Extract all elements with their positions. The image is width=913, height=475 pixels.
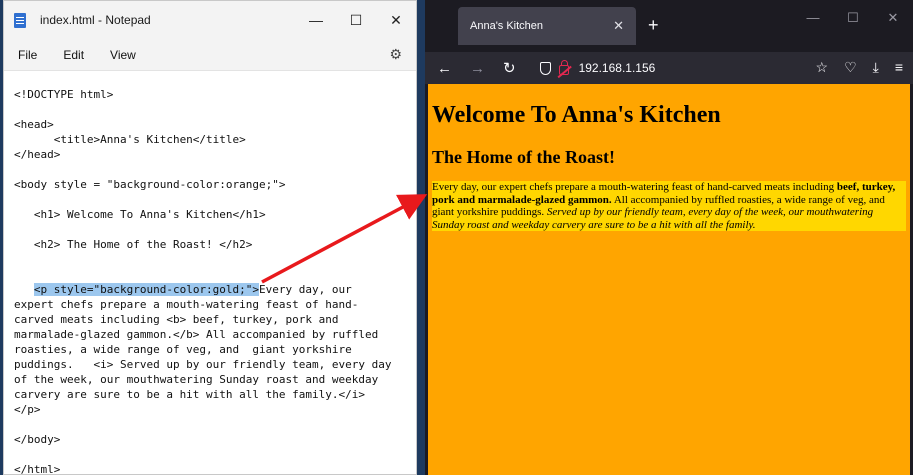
- code-line: <h2> The Home of the Roast! </h2>: [14, 238, 253, 251]
- code-line: <!DOCTYPE html>: [14, 88, 114, 101]
- paragraph-text: Every day, our expert chefs prepare a mo…: [432, 181, 837, 193]
- gear-icon[interactable]: ⚙: [389, 46, 402, 63]
- insecure-lock-icon[interactable]: [558, 59, 569, 75]
- code-line: <head>: [14, 118, 54, 131]
- code-line-p-open: <p style="background-color:gold;">Every …: [14, 282, 406, 297]
- menu-file[interactable]: File: [18, 48, 37, 62]
- code-line: marmalade-glazed gammon.</b> All accompa…: [14, 328, 379, 341]
- browser-minimize-button[interactable]: —: [793, 10, 833, 26]
- notepad-titlebar: index.html - Notepad — ☐ ✕: [4, 1, 416, 39]
- page-subheading: The Home of the Roast!: [432, 147, 615, 167]
- notepad-editor[interactable]: <!DOCTYPE html> <head> <title>Anna's Kit…: [4, 71, 416, 475]
- code-line: of the week, our mouthwatering Sunday ro…: [14, 373, 379, 386]
- notepad-menubar: File Edit View ⚙: [4, 39, 416, 71]
- shield-icon[interactable]: [539, 61, 551, 75]
- tab-title: Anna's Kitchen: [470, 20, 544, 32]
- code-line: </p>: [14, 403, 41, 416]
- code-line: roasties, a wide range of veg, and giant…: [14, 343, 352, 356]
- close-button[interactable]: ✕: [376, 1, 416, 39]
- tab-close-icon[interactable]: ✕: [613, 18, 624, 34]
- p-line-rest: Every day, our: [259, 283, 352, 296]
- notepad-title: index.html - Notepad: [40, 13, 151, 27]
- code-line: </html>: [14, 463, 61, 475]
- code-line: carved meats including <b> beef, turkey,…: [14, 313, 339, 326]
- code-line: <body style = "background-color:orange;"…: [14, 178, 286, 191]
- pocket-icon[interactable]: ♡: [844, 59, 857, 76]
- bookmark-star-icon[interactable]: ☆: [816, 59, 829, 76]
- forward-button[interactable]: →: [470, 60, 485, 77]
- page-heading: Welcome To Anna's Kitchen: [432, 102, 721, 128]
- code-line: <h1> Welcome To Anna's Kitchen</h1>: [14, 208, 266, 221]
- code-line: </body>: [14, 433, 61, 446]
- menu-edit[interactable]: Edit: [63, 48, 84, 62]
- menu-view[interactable]: View: [110, 48, 136, 62]
- toolbar-icons: ☆ ♡ ⤓ ≡: [816, 59, 904, 76]
- code-line: expert chefs prepare a mouth-watering fe…: [14, 298, 359, 311]
- reload-button[interactable]: ↻: [503, 59, 516, 77]
- code-line: carvery are sure to be a hit with all th…: [14, 388, 365, 401]
- browser-maximize-button[interactable]: ☐: [833, 10, 873, 26]
- minimize-button[interactable]: —: [296, 1, 336, 39]
- code-line: </head>: [14, 148, 61, 161]
- new-tab-button[interactable]: +: [648, 15, 659, 36]
- browser-navbar: ← → ↻ 192.168.1.156 ☆ ♡ ⤓ ≡: [425, 52, 913, 84]
- code-line: puddings. <i> Served up by our friendly …: [14, 358, 392, 371]
- browser-tabbar: Anna's Kitchen ✕ + — ☐ ✕: [425, 0, 913, 52]
- intro-paragraph: Every day, our expert chefs prepare a mo…: [432, 181, 906, 231]
- back-button[interactable]: ←: [437, 60, 452, 77]
- browser-window: Anna's Kitchen ✕ + — ☐ ✕ ← → ↻ 192.168.1…: [425, 0, 913, 475]
- browser-tab[interactable]: Anna's Kitchen ✕: [458, 7, 636, 45]
- browser-window-controls: — ☐ ✕: [793, 10, 913, 26]
- text-selection: <p style="background-color:gold;">: [33, 283, 260, 296]
- notepad-window: index.html - Notepad — ☐ ✕ File Edit Vie…: [3, 0, 417, 475]
- p-line-prefix: [14, 283, 34, 296]
- hamburger-menu-icon[interactable]: ≡: [895, 59, 903, 76]
- download-icon[interactable]: ⤓: [873, 59, 879, 76]
- page-content: Welcome To Anna's Kitchen The Home of th…: [428, 84, 910, 475]
- url-bar[interactable]: 192.168.1.156: [579, 61, 656, 75]
- code-line: <title>Anna's Kitchen</title>: [14, 133, 246, 146]
- maximize-button[interactable]: ☐: [336, 1, 376, 39]
- notepad-app-icon: [14, 12, 26, 28]
- browser-close-button[interactable]: ✕: [873, 10, 913, 26]
